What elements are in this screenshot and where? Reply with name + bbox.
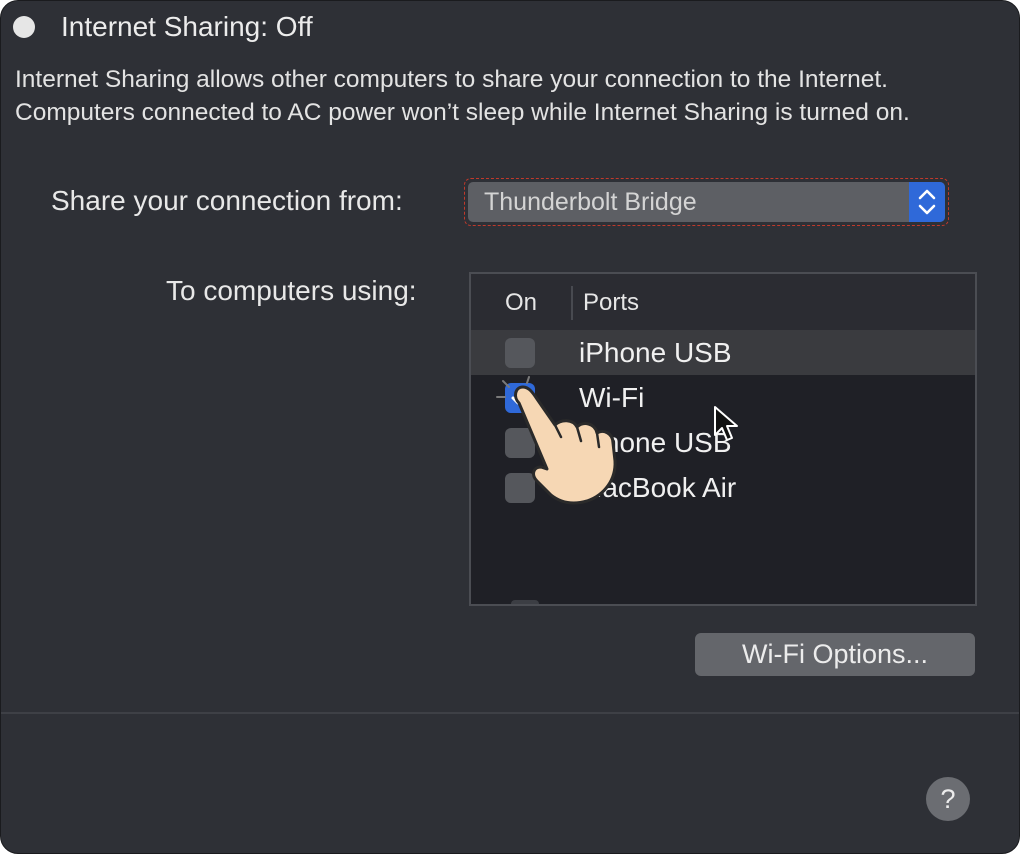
table-header: On Ports [471,274,975,331]
internet-sharing-panel: Internet Sharing: Off Internet Sharing a… [0,0,1020,854]
share-from-popup[interactable]: Thunderbolt Bridge [468,182,945,222]
separator [1,712,1019,714]
status-indicator-icon [13,16,35,38]
status-title: Internet Sharing: Off [61,11,313,42]
wifi-options-button[interactable]: Wi-Fi Options... [695,633,975,676]
share-from-label: Share your connection from: [51,185,403,216]
column-header-ports[interactable]: Ports [583,289,639,317]
up-down-chevron-icon[interactable] [909,182,945,222]
tap-hand-icon [496,376,617,505]
row-label: iPhone USB [579,337,732,368]
description-text: Internet Sharing allows other computers … [15,66,910,126]
mouse-pointer-icon [714,406,738,441]
share-from-value: Thunderbolt Bridge [484,188,697,216]
status-row: Internet Sharing: Off [13,11,313,43]
to-computers-label: To computers using: [166,275,417,306]
row-checkbox[interactable] [505,338,535,368]
table-row[interactable]: iPhone USB [471,330,975,375]
column-header-on[interactable]: On [505,289,537,317]
column-divider [571,286,573,320]
help-button[interactable]: ? [926,777,970,821]
scrollbar[interactable] [511,600,539,604]
